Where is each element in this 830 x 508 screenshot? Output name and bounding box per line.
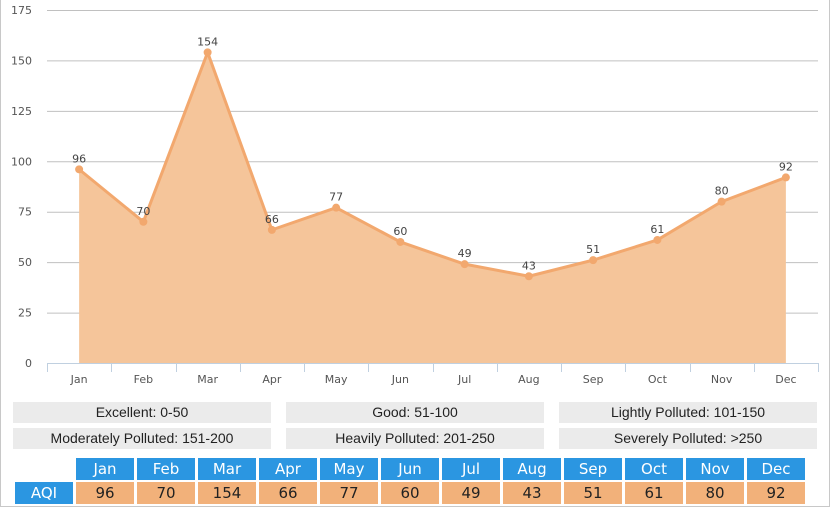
month-header: Feb [137, 458, 195, 480]
y-tick-label: 150 [11, 54, 32, 67]
table-corner [15, 458, 73, 480]
month-header: Nov [686, 458, 744, 480]
x-tick-label: Jul [457, 373, 471, 386]
legend-lightly-polluted: Lightly Polluted: 101-150 [559, 402, 817, 423]
data-point [139, 217, 148, 226]
x-tick-label: Sep [583, 373, 604, 386]
data-label: 70 [136, 205, 150, 218]
x-tick-label: Mar [197, 373, 218, 386]
legend-excellent: Excellent: 0-50 [13, 402, 271, 423]
month-header: Jan [76, 458, 134, 480]
y-tick-label: 175 [11, 4, 32, 17]
data-label: 92 [779, 160, 793, 173]
aqi-value-cell: 61 [625, 482, 683, 504]
data-point [332, 203, 341, 212]
data-label: 61 [650, 223, 664, 236]
legend-good: Good: 51-100 [286, 402, 544, 423]
aqi-value-cell: 43 [503, 482, 561, 504]
month-header: Aug [503, 458, 561, 480]
x-tick-label: Aug [518, 373, 539, 386]
month-header: Apr [259, 458, 317, 480]
aqi-value-cell: 51 [564, 482, 622, 504]
area-fill [79, 52, 786, 364]
x-tick-label: Jun [391, 373, 409, 386]
x-tick-label: Apr [262, 373, 282, 386]
x-tick-label: May [325, 373, 348, 386]
x-tick-label: Jan [70, 373, 88, 386]
month-header: Dec [747, 458, 805, 480]
x-tick-label: Nov [711, 373, 733, 386]
data-point [653, 235, 662, 244]
month-header: Sep [564, 458, 622, 480]
data-label: 51 [586, 243, 600, 256]
row-label-aqi: AQI [15, 482, 73, 504]
y-tick-label: 100 [11, 155, 32, 168]
table-header-row: Jan Feb Mar Apr May Jun Jul Aug Sep Oct … [15, 458, 805, 480]
x-tick-label: Oct [648, 373, 668, 386]
data-label: 77 [329, 191, 343, 204]
data-point [267, 225, 276, 234]
data-point [203, 48, 212, 57]
x-tick-label: Dec [775, 373, 796, 386]
data-point [589, 256, 598, 265]
aqi-value-cell: 77 [320, 482, 378, 504]
aqi-value-cell: 49 [442, 482, 500, 504]
data-label: 60 [393, 225, 407, 238]
data-point [781, 173, 790, 182]
month-header: Mar [198, 458, 256, 480]
y-tick-label: 25 [18, 307, 32, 320]
aqi-value-cell: 70 [137, 482, 195, 504]
y-tick-label: 75 [18, 206, 32, 219]
aqi-value-cell: 60 [381, 482, 439, 504]
month-header: Jun [381, 458, 439, 480]
data-label: 154 [197, 35, 218, 48]
legend-moderately-polluted: Moderately Polluted: 151-200 [13, 428, 271, 449]
month-header: Oct [625, 458, 683, 480]
data-point [717, 197, 726, 206]
y-tick-label: 0 [25, 357, 32, 370]
data-point [396, 237, 405, 246]
legend-severely-polluted: Severely Polluted: >250 [559, 428, 817, 449]
month-header: May [320, 458, 378, 480]
legend-heavily-polluted: Heavily Polluted: 201-250 [286, 428, 544, 449]
aqi-value-cell: 96 [76, 482, 134, 504]
table-row: AQI 96 70 154 66 77 60 49 43 51 61 80 92 [15, 482, 805, 504]
aqi-value-cell: 92 [747, 482, 805, 504]
x-tick-label: Feb [134, 373, 153, 386]
data-label: 96 [72, 152, 86, 165]
data-label: 80 [715, 185, 729, 198]
data-label: 43 [522, 259, 536, 272]
data-label: 49 [458, 247, 472, 260]
aqi-area-chart: 0 25 50 75 100 125 150 175 Jan Feb Mar Apr May Jun Ju… [11, 4, 819, 386]
data-point [524, 272, 533, 281]
aqi-value-cell: 80 [686, 482, 744, 504]
aqi-table: Jan Feb Mar Apr May Jun Jul Aug Sep Oct … [12, 456, 808, 506]
data-point [75, 165, 84, 174]
data-label: 66 [265, 213, 279, 226]
y-tick-label: 125 [11, 105, 32, 118]
aqi-value-cell: 154 [198, 482, 256, 504]
data-point [460, 260, 469, 269]
y-tick-label: 50 [18, 256, 32, 269]
month-header: Jul [442, 458, 500, 480]
aqi-value-cell: 66 [259, 482, 317, 504]
